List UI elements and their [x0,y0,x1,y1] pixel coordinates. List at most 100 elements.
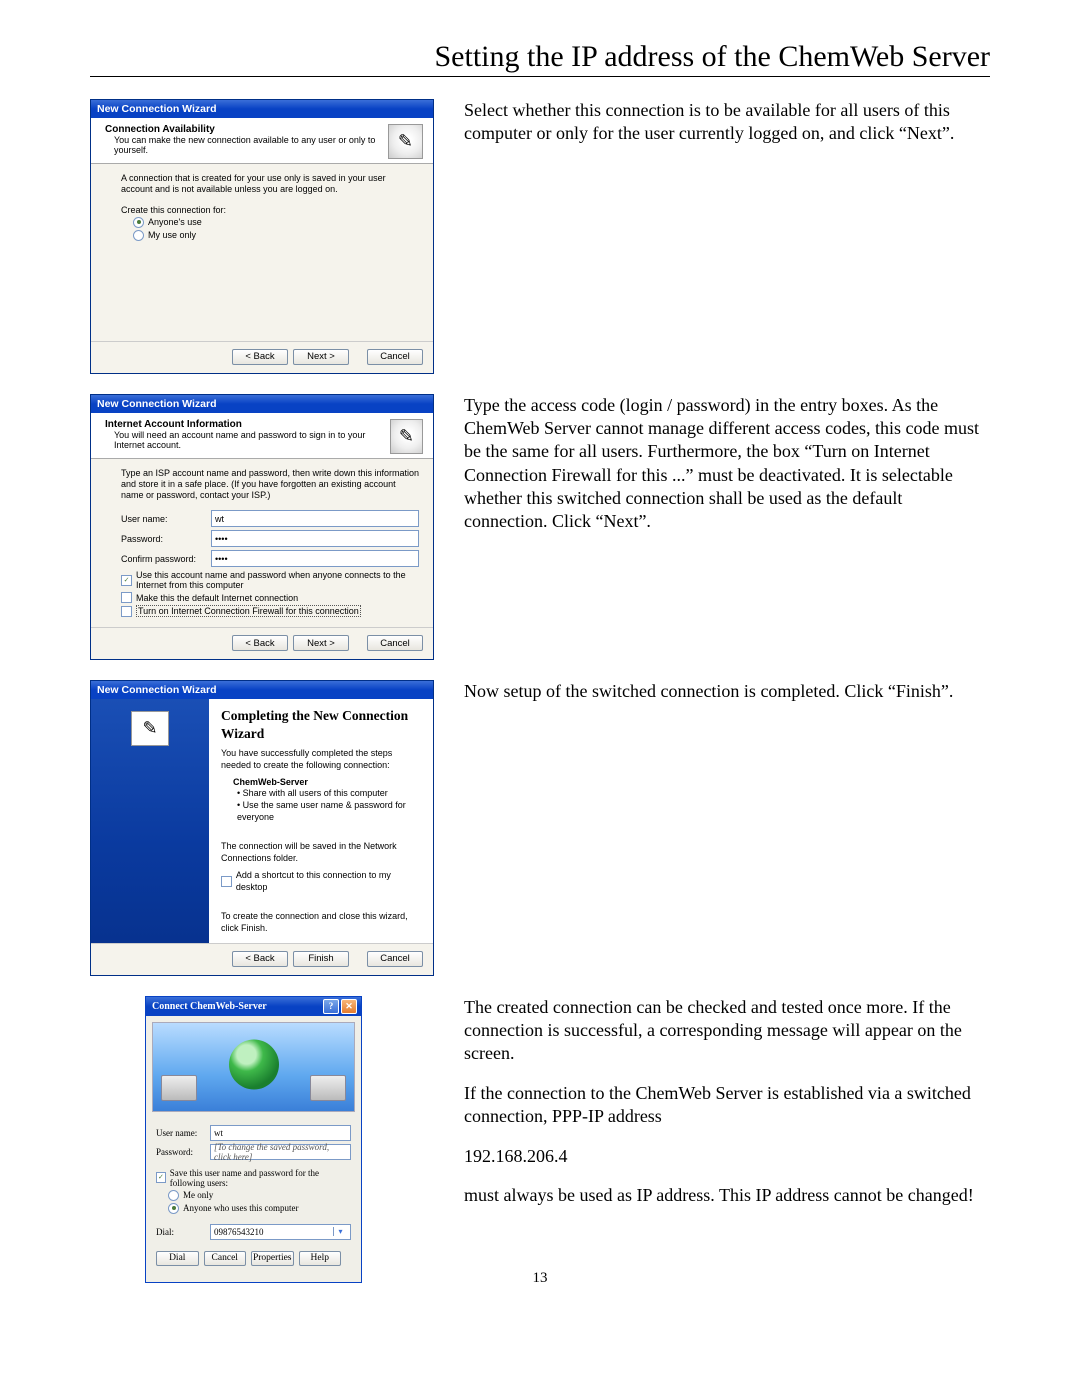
computer-icon [161,1075,197,1101]
dialog-title: Connect ChemWeb-Server [152,1001,267,1012]
checkbox-icon: ✓ [121,575,132,586]
radio-label: My use only [148,230,196,240]
checkbox-use-account[interactable]: ✓ Use this account name and password when… [121,570,419,590]
checkbox-icon [121,592,132,603]
wizard-subheading: You can make the new connection availabl… [105,135,388,155]
wizard-icon: ✎ [390,419,423,454]
help-button[interactable]: Help [299,1251,342,1266]
globe-icon [229,1039,279,1089]
wizard-header: Internet Account Information You will ne… [91,413,433,459]
wizard-availability: New Connection Wizard Connection Availab… [90,99,434,374]
wizard-subheading: You will need an account name and passwo… [105,430,390,450]
page-number: 13 [0,1270,1080,1287]
radio-label: Me only [183,1190,213,1200]
section-account-info: New Connection Wizard Internet Account I… [90,394,990,661]
connect-dialog: Connect ChemWeb-Server ? ✕ User name:wt … [145,996,362,1283]
wizard-icon: ✎ [388,124,423,159]
saved-note: The connection will be saved in the Netw… [221,841,421,864]
cancel-button[interactable]: Cancel [204,1251,247,1266]
section-completing: New Connection Wizard ✎ Completing the N… [90,680,990,975]
radio-my-use-only[interactable]: My use only [133,230,419,241]
checkbox-firewall[interactable]: Turn on Internet Connection Firewall for… [121,605,419,617]
radio-dot-icon [133,217,144,228]
description-p2: If the connection to the ChemWeb Server … [464,1082,990,1129]
page-title: Setting the IP address of the ChemWeb Se… [90,40,990,74]
radio-label: Anyone who uses this computer [183,1203,298,1213]
wizard-heading: Connection Availability [105,124,215,135]
wizard-buttons: < Back Next > Cancel [91,341,433,373]
next-button[interactable]: Next > [293,349,349,365]
username-input[interactable]: wt [211,510,419,527]
title-rule [90,76,990,77]
section-connect-dialog: Connect ChemWeb-Server ? ✕ User name:wt … [90,996,990,1283]
dial-value: 09876543210 [214,1227,264,1237]
checkbox-shortcut[interactable]: Add a shortcut to this connection to my … [221,870,421,893]
description-p1: The created connection can be checked an… [464,996,990,1066]
create-for-label: Create this connection for: [121,205,419,215]
checkbox-label: Turn on Internet Connection Firewall for… [136,605,361,617]
dial-input[interactable]: 09876543210 ▾ [210,1224,351,1240]
radio-anyones-use[interactable]: Anyone's use [133,217,419,228]
dial-button[interactable]: Dial [156,1251,199,1266]
connection-illustration [152,1022,355,1112]
checkbox-label: Use this account name and password when … [136,570,419,590]
section-availability: New Connection Wizard Connection Availab… [90,99,990,374]
document-page: Setting the IP address of the ChemWeb Se… [0,0,1080,1397]
checkbox-default-connection[interactable]: Make this the default Internet connectio… [121,592,419,603]
wizard-buttons: < Back Next > Cancel [91,627,433,659]
wizard-heading: Internet Account Information [105,419,242,430]
username-label: User name: [121,514,211,524]
completion-text: You have successfully completed the step… [221,748,421,771]
wizard-buttons: < Back Finish Cancel [91,943,433,975]
radio-dot-icon [168,1203,179,1214]
next-button[interactable]: Next > [293,635,349,651]
password-input[interactable]: •••• [211,530,419,547]
back-button[interactable]: < Back [232,951,288,967]
password-input[interactable]: [To change the saved password, click her… [210,1144,351,1160]
window-title: New Connection Wizard [91,395,433,413]
wizard-heading: Completing the New Connection Wizard [221,707,421,742]
computer-icon [310,1075,346,1101]
password-label: Password: [121,534,211,544]
connection-name: ChemWeb-Server [233,777,308,787]
description: Select whether this connection is to be … [464,99,990,146]
checkbox-label: Make this the default Internet connectio… [136,593,298,603]
window-title: New Connection Wizard [91,100,433,118]
radio-me-only[interactable]: Me only [168,1190,351,1201]
finish-button[interactable]: Finish [293,951,349,967]
close-icon[interactable]: ✕ [341,999,357,1014]
close-note: To create the connection and close this … [221,911,421,934]
radio-dot-icon [133,230,144,241]
info-text: Type an ISP account name and password, t… [121,468,419,502]
info-text: A connection that is created for your us… [121,173,419,196]
wizard-account: New Connection Wizard Internet Account I… [90,394,434,661]
radio-dot-icon [168,1190,179,1201]
properties-button[interactable]: Properties [251,1251,294,1266]
ip-address: 192.168.206.4 [464,1145,990,1168]
description: Now setup of the switched connection is … [464,680,990,703]
confirm-password-label: Confirm password: [121,554,211,564]
description-p3: must always be used as IP address. This … [464,1184,990,1207]
radio-label: Anyone's use [148,217,202,227]
cancel-button[interactable]: Cancel [367,951,423,967]
checkbox-icon: ✓ [156,1172,166,1183]
wizard-complete: New Connection Wizard ✎ Completing the N… [90,680,434,975]
checkbox-icon [221,876,232,887]
description: Type the access code (login / password) … [464,394,990,534]
back-button[interactable]: < Back [232,635,288,651]
chevron-down-icon[interactable]: ▾ [333,1227,347,1236]
help-icon[interactable]: ? [323,999,339,1014]
wizard-header: Connection Availability You can make the… [91,118,433,164]
radio-anyone[interactable]: Anyone who uses this computer [168,1203,351,1214]
cancel-button[interactable]: Cancel [367,635,423,651]
checkbox-icon [121,606,132,617]
wizard-icon: ✎ [131,711,169,746]
password-label: Password: [156,1147,210,1157]
username-input[interactable]: wt [210,1125,351,1141]
confirm-password-input[interactable]: •••• [211,550,419,567]
cancel-button[interactable]: Cancel [367,349,423,365]
checkbox-label: Add a shortcut to this connection to my … [236,870,421,893]
back-button[interactable]: < Back [232,349,288,365]
username-label: User name: [156,1128,210,1138]
checkbox-save-credentials[interactable]: ✓Save this user name and password for th… [156,1168,351,1188]
